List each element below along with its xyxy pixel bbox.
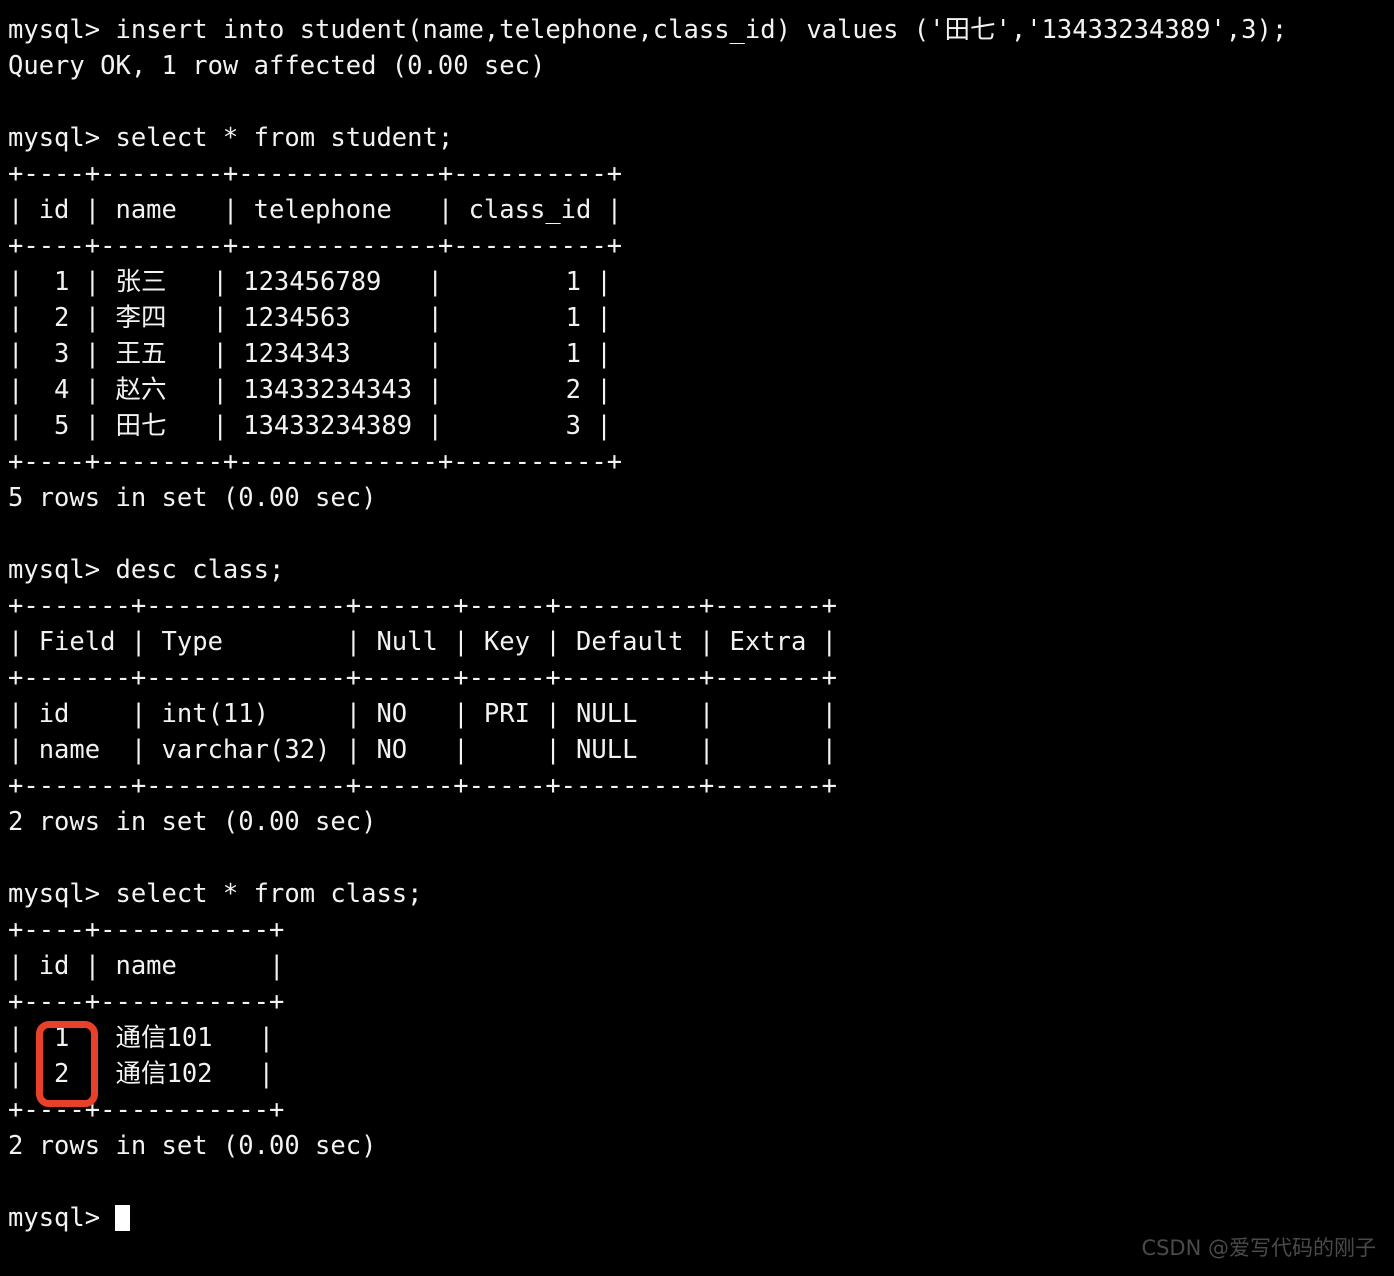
terminal-line: mysql> select * from student; xyxy=(8,123,454,153)
terminal-line: | id | name | xyxy=(8,951,285,981)
terminal-line: +----+-----------+ xyxy=(8,987,285,1017)
terminal-line: Query OK, 1 row affected (0.00 sec) xyxy=(8,51,546,81)
terminal-line: | name | varchar(32) | NO | | NULL | | xyxy=(8,735,838,765)
terminal-line: +-------+-------------+------+-----+----… xyxy=(8,771,838,801)
terminal-line: | 3 | 王五 | 1234343 | 1 | xyxy=(8,339,612,369)
terminal-line: mysql> insert into student(name,telephon… xyxy=(8,15,1288,45)
terminal-line: +----+-----------+ xyxy=(8,915,285,945)
terminal-line: | 5 | 田七 | 13433234389 | 3 | xyxy=(8,411,612,441)
terminal-line: +----+--------+-------------+----------+ xyxy=(8,231,623,261)
terminal-line: | 4 | 赵六 | 13433234343 | 2 | xyxy=(8,375,612,405)
terminal-line: | id | name | telephone | class_id | xyxy=(8,195,623,225)
terminal-line: 2 rows in set (0.00 sec) xyxy=(8,807,377,837)
terminal-line: | id | int(11) | NO | PRI | NULL | | xyxy=(8,699,838,729)
terminal-line: +-------+-------------+------+-----+----… xyxy=(8,663,838,693)
terminal-line: 5 rows in set (0.00 sec) xyxy=(8,483,377,513)
terminal-line: | 1 | 通信101 | xyxy=(8,1023,274,1053)
terminal-line: | 1 | 张三 | 123456789 | 1 | xyxy=(8,267,612,297)
terminal-line: | 2 | 李四 | 1234563 | 1 | xyxy=(8,303,612,333)
terminal-line: +----+-----------+ xyxy=(8,1095,285,1125)
terminal-cursor xyxy=(115,1205,131,1231)
terminal-line: 2 rows in set (0.00 sec) xyxy=(8,1131,377,1161)
terminal-line: mysql> select * from class; xyxy=(8,879,423,909)
terminal-line: +----+--------+-------------+----------+ xyxy=(8,447,623,477)
terminal-line: +----+--------+-------------+----------+ xyxy=(8,159,623,189)
terminal-output: mysql> insert into student(name,telephon… xyxy=(8,12,1388,1236)
csdn-watermark: CSDN @爱写代码的刚子 xyxy=(1141,1236,1376,1260)
terminal-line: mysql> desc class; xyxy=(8,555,285,585)
terminal-line: +-------+-------------+------+-----+----… xyxy=(8,591,838,621)
terminal-line: | Field | Type | Null | Key | Default | … xyxy=(8,627,838,657)
terminal-line: mysql> xyxy=(8,1200,1388,1236)
terminal-line: | 2 | 通信102 | xyxy=(8,1059,274,1089)
